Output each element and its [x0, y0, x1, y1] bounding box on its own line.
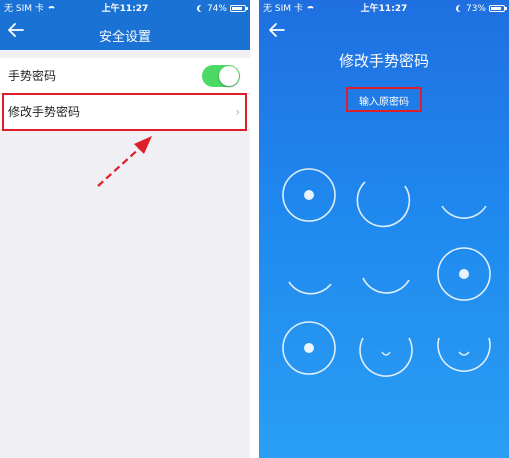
annotation-arrow-icon: [97, 136, 152, 187]
status-bar: 无 SIM 卡 上午11:27 73%: [259, 0, 509, 18]
highlight-box: [2, 93, 247, 131]
status-bar: 无 SIM 卡 上午11:27 74%: [0, 0, 250, 18]
gesture-password-toggle[interactable]: [202, 65, 240, 87]
gesture-node[interactable]: [282, 168, 336, 222]
battery-icon: [230, 5, 248, 12]
gesture-password-screen: 无 SIM 卡 上午11:27 73% 修改手势密码 输入原密码: [259, 0, 509, 458]
gesture-node[interactable]: [362, 277, 410, 294]
battery-percent: 74%: [206, 4, 227, 14]
gesture-node[interactable]: [282, 321, 336, 375]
gesture-node[interactable]: [356, 181, 411, 228]
moon-icon: [458, 5, 465, 12]
gesture-hint: 输入原密码: [359, 97, 409, 108]
navigation-bar: 无 SIM 卡 上午11:27 74% 安全设置: [0, 0, 250, 50]
back-arrow-icon[interactable]: [267, 20, 287, 40]
gesture-node[interactable]: [288, 281, 332, 295]
battery-percent: 73%: [465, 4, 486, 14]
gesture-node[interactable]: [437, 247, 491, 301]
gesture-title: 修改手势密码: [338, 52, 429, 70]
settings-screen: 无 SIM 卡 上午11:27 74% 安全设置 手势密码 修改手势密码 ›: [0, 0, 250, 458]
toggle-knob: [219, 66, 239, 86]
row-label: 手势密码: [8, 69, 57, 83]
gesture-pattern-grid[interactable]: [259, 150, 509, 390]
settings-row-gesture-password: 手势密码: [0, 58, 250, 94]
gesture-node[interactable]: [359, 337, 413, 377]
gesture-node[interactable]: [437, 337, 491, 372]
page-title: 安全设置: [98, 30, 151, 45]
moon-icon: [199, 5, 206, 12]
battery-icon: [489, 5, 507, 12]
gesture-node[interactable]: [441, 205, 487, 219]
